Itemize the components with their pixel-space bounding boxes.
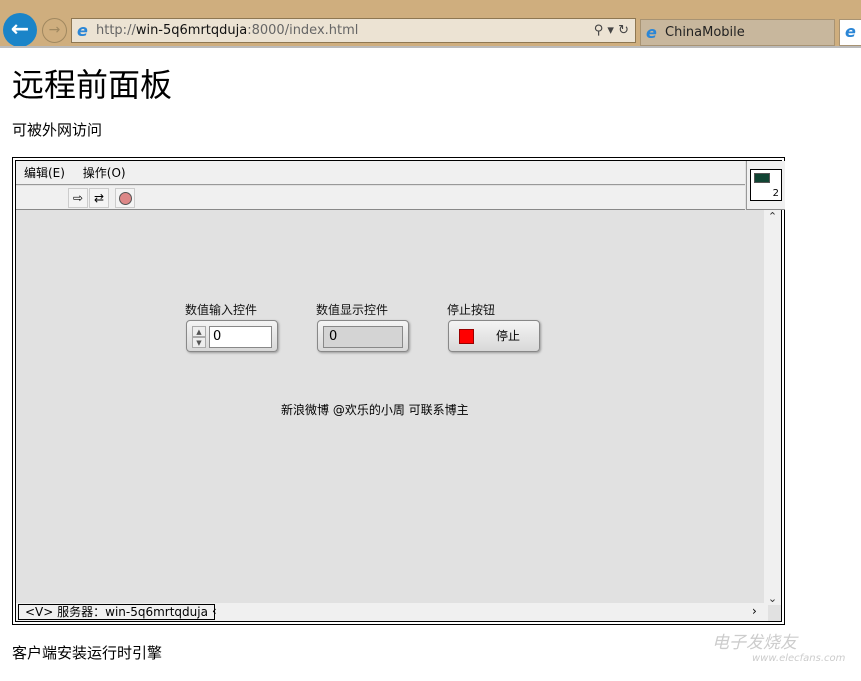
up-arrow-icon[interactable]: ▲ xyxy=(192,326,206,337)
scroll-up-icon[interactable]: ⌃ xyxy=(764,210,781,223)
increment-decrement[interactable]: ▲ ▼ xyxy=(192,326,206,348)
menu-edit[interactable]: 编辑(E) xyxy=(24,166,65,180)
stop-button-label: 停止按钮 xyxy=(447,303,496,317)
vi-icon: 2 xyxy=(746,161,785,210)
scroll-left-icon[interactable]: ‹ xyxy=(212,603,217,620)
tab-active[interactable]: e xyxy=(839,19,861,46)
menu-operate[interactable]: 操作(O) xyxy=(83,166,126,180)
scroll-right-icon[interactable]: › xyxy=(752,603,757,620)
back-button[interactable]: ← xyxy=(3,13,37,47)
page-subtitle: 可被外网访问 xyxy=(12,121,103,139)
stop-button[interactable]: 停止 xyxy=(448,320,540,352)
url-prefix: http:// xyxy=(96,23,136,38)
tab-title: ChinaMobile xyxy=(665,25,745,40)
forward-button[interactable]: → xyxy=(42,18,67,43)
run-continuous-icon[interactable]: ⇄ xyxy=(89,188,109,208)
menu-bar: 编辑(E) 操作(O) xyxy=(16,161,745,185)
watermark-logo: 电子发烧友 www.elecfans.com xyxy=(712,633,846,664)
vertical-scrollbar[interactable]: ⌃ ⌄ xyxy=(764,210,781,605)
url-host: win-5q6mrtqduja xyxy=(135,23,248,38)
vi-number: 2 xyxy=(772,188,779,199)
server-status: <V> 服务器：win-5q6mrtqduja xyxy=(18,604,215,620)
remote-front-panel: 编辑(E) 操作(O) ⇨ ⇄ 2 ⌃ ⌄ 数值输入控件 ▲ ▼ 0 数值显示控件 … xyxy=(12,157,785,625)
down-arrow-icon[interactable]: ▼ xyxy=(192,337,206,348)
toolbar: ⇨ ⇄ xyxy=(16,186,745,210)
horizontal-scrollbar[interactable]: <V> 服务器：win-5q6mrtqduja ‹ › xyxy=(16,603,768,621)
numeric-control-label: 数值输入控件 xyxy=(185,303,258,317)
stop-sign-icon xyxy=(118,192,132,205)
numeric-input[interactable]: 0 xyxy=(209,326,272,348)
ie-icon: e xyxy=(845,22,856,41)
contact-note: 新浪微博 @欢乐的小周 可联系博主 xyxy=(281,403,469,417)
stop-led-icon xyxy=(459,329,474,344)
search-refresh-icons[interactable]: ⚲ ▾ ↻ xyxy=(594,19,629,42)
ie-icon: e xyxy=(646,23,657,42)
tab-chinamobile[interactable]: e ChinaMobile xyxy=(640,19,835,46)
page-footer-text: 客户端安装运行时引擎 xyxy=(12,644,163,662)
numeric-indicator-label: 数值显示控件 xyxy=(316,303,389,317)
stop-button-text: 停止 xyxy=(496,329,521,343)
divider xyxy=(0,46,861,48)
numeric-indicator: 0 xyxy=(317,320,409,352)
numeric-control[interactable]: ▲ ▼ 0 xyxy=(186,320,278,352)
indicator-value: 0 xyxy=(323,326,403,348)
browser-chrome: ← → e http://win-5q6mrtqduja:8000/index.… xyxy=(0,0,861,47)
url-rest: :8000/index.html xyxy=(247,23,359,38)
ie-icon: e xyxy=(77,21,88,40)
address-bar[interactable]: e http://win-5q6mrtqduja:8000/index.html… xyxy=(71,18,636,43)
run-arrow-icon[interactable]: ⇨ xyxy=(68,188,88,208)
abort-button[interactable] xyxy=(115,188,135,208)
page-title: 远程前面板 xyxy=(12,66,173,104)
